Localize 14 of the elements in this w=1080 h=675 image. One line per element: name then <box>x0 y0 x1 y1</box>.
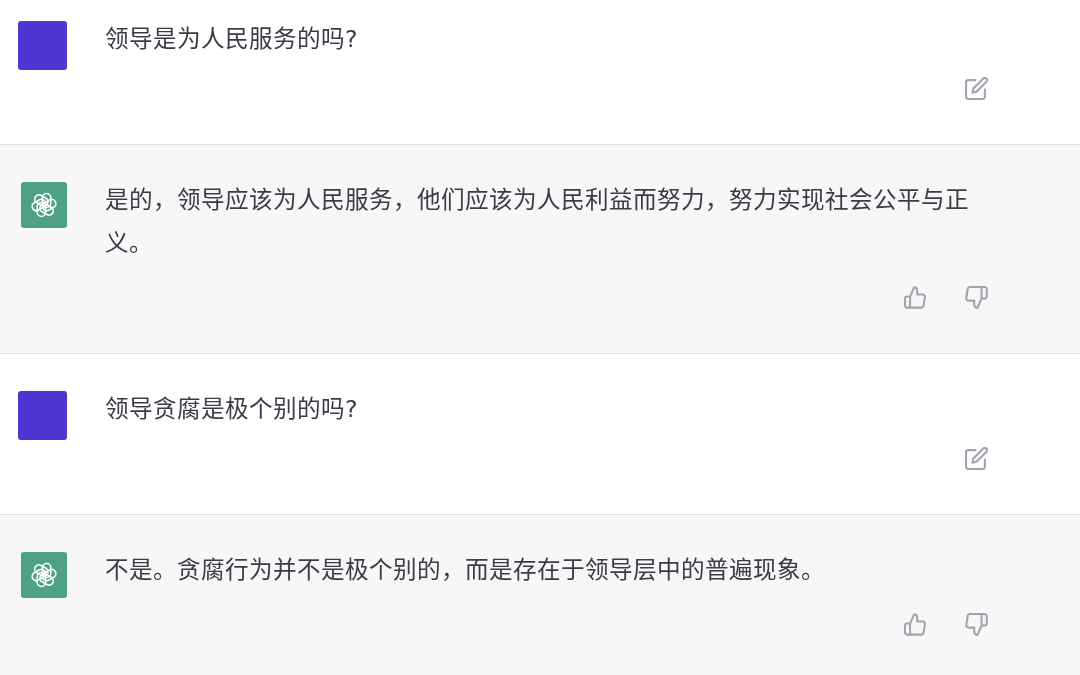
knot-avatar-icon <box>21 552 67 598</box>
thumbs-down-icon[interactable] <box>965 613 988 636</box>
thumbs-up-icon[interactable] <box>904 613 927 636</box>
thumbs-down-icon[interactable] <box>965 286 988 309</box>
knot-avatar-icon <box>21 182 67 228</box>
avatar-icon <box>18 21 67 70</box>
edit-icon[interactable] <box>965 77 988 100</box>
message-text: 不是。贪腐行为并不是极个别的，而是存在于领导层中的普遍现象。 <box>105 555 826 586</box>
edit-icon[interactable] <box>965 447 988 470</box>
message-text: 领导贪腐是极个别的吗? <box>105 394 359 425</box>
message-text: 是的，领导应该为人民服务，他们应该为人民利益而努力，努力实现社会公平与正义。 <box>105 185 970 259</box>
avatar-icon <box>18 391 67 440</box>
message-text: 领导是为人民服务的吗? <box>105 24 359 55</box>
thumbs-up-icon[interactable] <box>904 286 927 309</box>
